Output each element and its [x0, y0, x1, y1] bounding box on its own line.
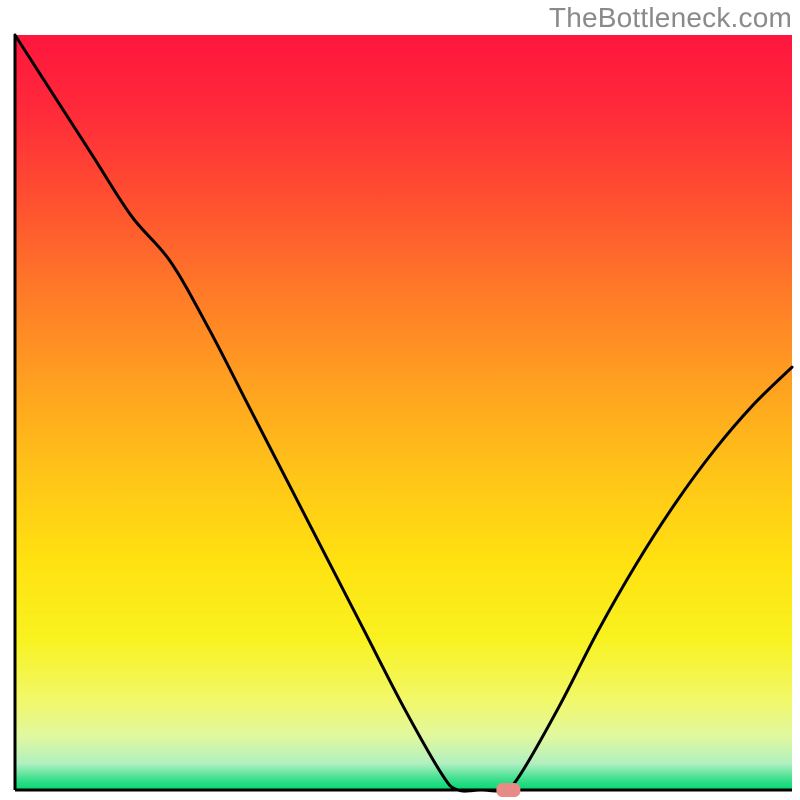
chart-svg — [0, 0, 800, 800]
bottleneck-chart: TheBottleneck.com — [0, 0, 800, 800]
plot-background — [15, 35, 792, 790]
optimal-point-marker — [496, 783, 520, 797]
